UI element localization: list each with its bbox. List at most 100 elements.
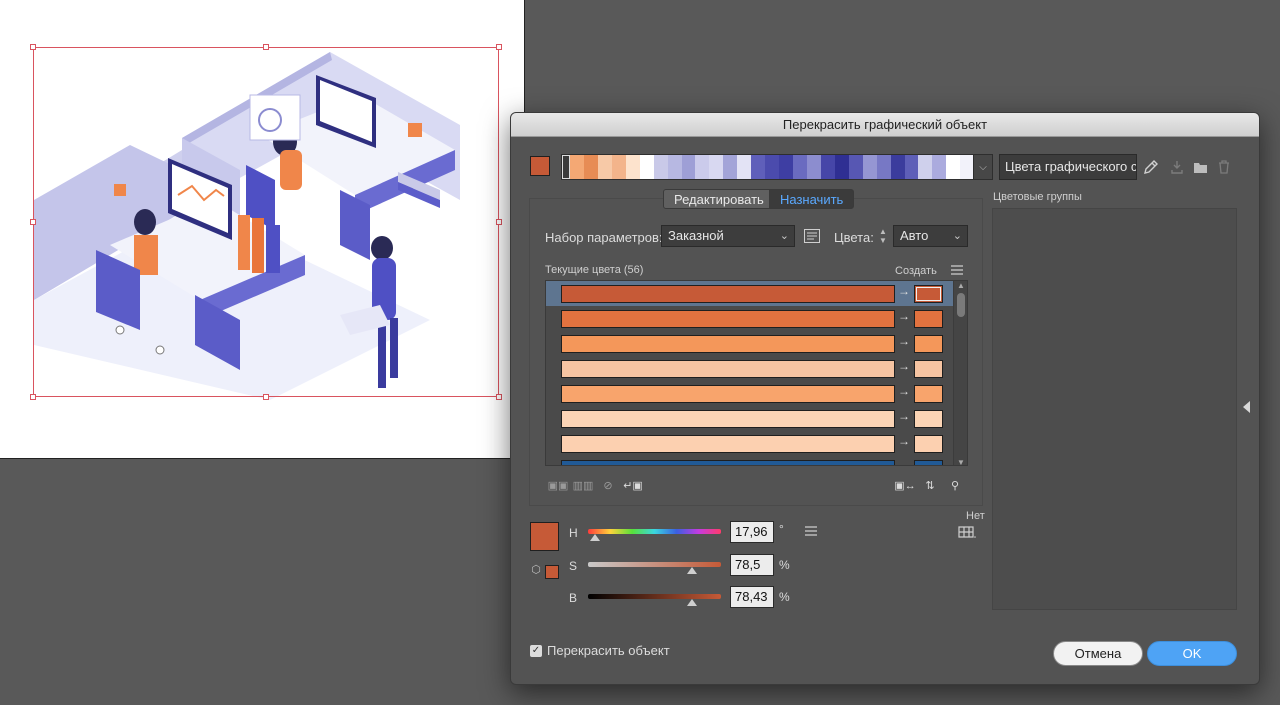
saturation-slider-thumb[interactable] (687, 567, 698, 574)
ok-button[interactable]: OK (1147, 641, 1237, 666)
selection-bounding-box[interactable] (33, 47, 499, 397)
expand-panel-arrow[interactable] (1243, 401, 1250, 413)
harmony-color-segment[interactable] (834, 155, 849, 179)
current-color-bar[interactable] (561, 385, 895, 403)
harmony-color-segment[interactable] (876, 155, 891, 179)
current-color-bar[interactable] (561, 435, 895, 453)
find-color-icon[interactable]: ⚲ (945, 477, 965, 493)
selected-color-swatch[interactable] (530, 522, 559, 551)
arrow-right-icon[interactable]: → (898, 359, 910, 373)
harmony-color-segment[interactable] (695, 155, 710, 179)
harmony-color-segment[interactable] (723, 155, 738, 179)
harmony-color-segment[interactable] (681, 155, 696, 179)
harmony-color-segment[interactable] (737, 155, 752, 179)
color-row[interactable]: → (546, 281, 967, 306)
harmony-color-segment[interactable] (946, 155, 961, 179)
harmony-color-segment[interactable] (625, 155, 640, 179)
harmony-color-segment[interactable] (611, 155, 626, 179)
current-color-bar[interactable] (561, 410, 895, 428)
preset-options-button[interactable] (801, 226, 823, 246)
hue-slider-thumb[interactable] (589, 534, 600, 541)
harmony-color-segment[interactable] (806, 155, 821, 179)
color-row[interactable]: → (546, 456, 967, 465)
arrow-right-icon[interactable]: → (898, 459, 910, 465)
new-color-swatch[interactable] (914, 335, 943, 353)
brightness-slider-thumb[interactable] (687, 599, 698, 606)
colors-count-select[interactable]: Авто ⌄ (893, 225, 968, 247)
tab-edit[interactable]: Редактировать (663, 189, 775, 209)
harmony-color-segment[interactable] (904, 155, 919, 179)
color-row[interactable]: → (546, 381, 967, 406)
current-color-bar[interactable] (561, 360, 895, 378)
arrow-right-icon[interactable]: → (898, 334, 910, 348)
harmony-color-segment[interactable] (820, 155, 835, 179)
randomize-order-icon[interactable]: ▣↔ (894, 477, 915, 493)
recolor-art-checkbox[interactable]: ✓ (530, 645, 542, 657)
arrow-right-icon[interactable]: → (898, 434, 910, 448)
harmony-color-segment[interactable] (562, 155, 570, 179)
new-group-button[interactable] (1190, 157, 1210, 177)
list-menu-button[interactable] (949, 263, 965, 277)
color-row[interactable]: → (546, 431, 967, 456)
new-color-swatch[interactable] (914, 435, 943, 453)
harmony-color-segment[interactable] (667, 155, 682, 179)
cancel-button[interactable]: Отмена (1053, 641, 1143, 666)
new-color-swatch[interactable] (914, 460, 943, 465)
color-group-name-field[interactable]: Цвета графического с (999, 154, 1137, 180)
current-colors-list[interactable]: → → → → → → → → ▲ ▼ (545, 280, 968, 466)
scroll-up-arrow[interactable]: ▲ (954, 281, 967, 290)
delete-group-button[interactable] (1214, 157, 1234, 177)
hue-input[interactable]: 17,96 (730, 521, 774, 543)
current-color-bar[interactable] (561, 335, 895, 353)
color-groups-panel[interactable] (992, 208, 1237, 610)
current-color-bar[interactable] (561, 460, 895, 465)
selection-handle[interactable] (30, 219, 36, 225)
separate-colors-icon[interactable]: ▥▥ (573, 477, 594, 493)
arrow-right-icon[interactable]: → (898, 284, 910, 298)
color-list-scrollbar[interactable]: ▲ ▼ (953, 281, 967, 465)
color-row[interactable]: → (546, 406, 967, 431)
harmony-color-segment[interactable] (793, 155, 807, 179)
color-row[interactable]: → (546, 356, 967, 381)
scroll-down-arrow[interactable]: ▼ (954, 458, 967, 465)
selection-handle[interactable] (263, 394, 269, 400)
merge-colors-icon[interactable]: ▣▣ (548, 477, 569, 493)
exclude-colors-icon[interactable]: ⊘ (598, 477, 618, 493)
harmony-color-segment[interactable] (751, 155, 766, 179)
selection-handle[interactable] (496, 44, 502, 50)
selection-handle[interactable] (496, 219, 502, 225)
harmony-color-segment[interactable] (597, 155, 612, 179)
eyedropper-button[interactable] (1141, 157, 1161, 177)
selection-handle[interactable] (30, 44, 36, 50)
new-color-swatch[interactable] (914, 310, 943, 328)
color-library-button[interactable] (956, 524, 978, 540)
harmony-color-segment[interactable] (932, 155, 947, 179)
brightness-slider-track[interactable] (588, 594, 721, 599)
new-color-swatch[interactable] (914, 410, 943, 428)
small-color-swatch[interactable] (545, 565, 559, 579)
new-color-swatch[interactable] (914, 285, 943, 303)
new-color-swatch[interactable] (914, 360, 943, 378)
color-mode-menu-button[interactable] (803, 524, 819, 538)
selection-handle[interactable] (30, 394, 36, 400)
harmony-colors-strip[interactable] (561, 154, 975, 180)
saturation-input[interactable]: 78,5 (730, 554, 774, 576)
current-color-bar[interactable] (561, 310, 895, 328)
harmony-color-segment[interactable] (779, 155, 793, 179)
preset-select[interactable]: Заказной ⌄ (661, 225, 795, 247)
arrow-right-icon[interactable]: → (898, 409, 910, 423)
color-row[interactable]: → (546, 331, 967, 356)
hue-slider-track[interactable] (588, 529, 721, 534)
brightness-input[interactable]: 78,43 (730, 586, 774, 608)
harmony-color-segment[interactable] (653, 155, 668, 179)
color-row[interactable]: → (546, 306, 967, 331)
tab-assign[interactable]: Назначить (769, 189, 855, 209)
harmony-color-segment[interactable] (709, 155, 724, 179)
harmony-color-segment[interactable] (570, 155, 584, 179)
saturation-slider-track[interactable] (588, 562, 721, 567)
arrow-right-icon[interactable]: → (898, 309, 910, 323)
harmony-color-segment[interactable] (765, 155, 780, 179)
save-group-button[interactable] (1167, 157, 1187, 177)
harmony-color-segment[interactable] (639, 155, 654, 179)
randomize-saturation-icon[interactable]: ⇅ (920, 477, 940, 493)
